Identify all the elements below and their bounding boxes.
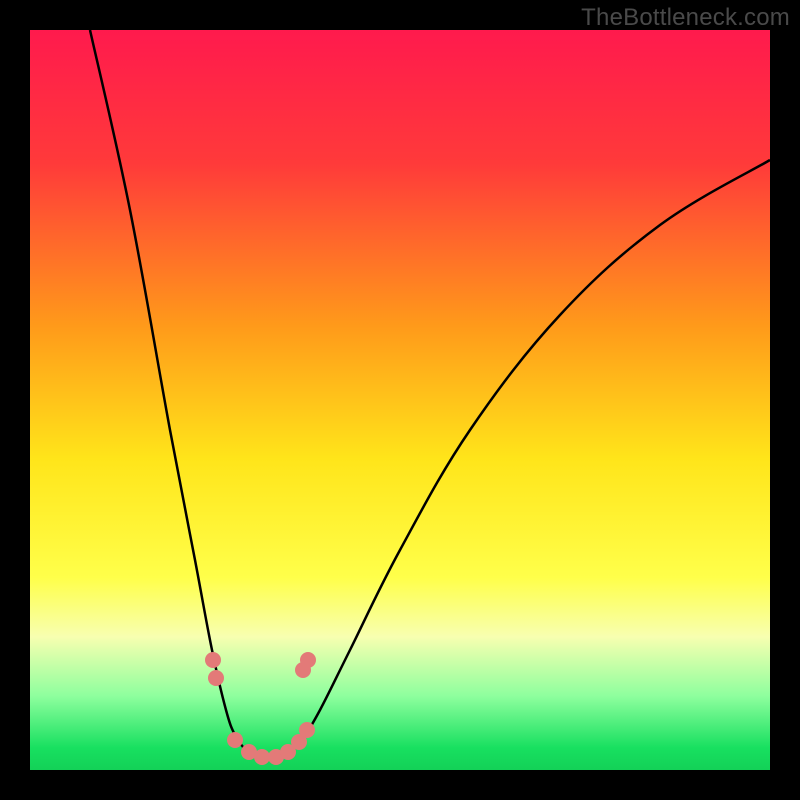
marker-point [299,722,315,738]
watermark-text: TheBottleneck.com [581,4,790,32]
gradient-background [30,30,770,770]
marker-point [300,652,316,668]
marker-point [205,652,221,668]
chart-frame: TheBottleneck.com [0,0,800,800]
bottleneck-chart [30,30,770,770]
marker-point [208,670,224,686]
marker-point [254,749,270,765]
marker-point [227,732,243,748]
